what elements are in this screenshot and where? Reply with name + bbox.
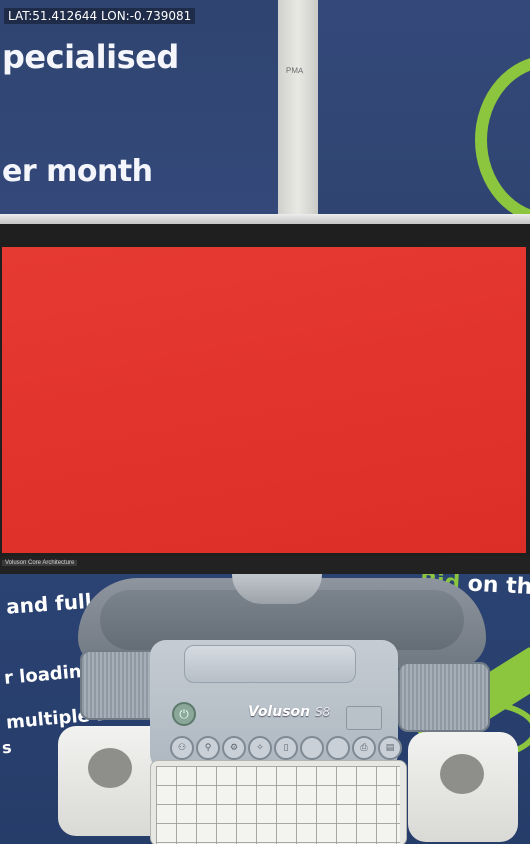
monitor-brand-label: Voluson Core Architecture [2, 560, 78, 566]
report-button[interactable]: ⚙ [222, 736, 246, 760]
archive-button[interactable]: ▯ [274, 736, 298, 760]
console-brand: Voluson S8 [248, 704, 330, 720]
probe-holder-slot [440, 754, 484, 794]
photo-scene: PMA pecialised er month and full afte r … [0, 0, 530, 844]
backdrop-pillar [278, 0, 318, 222]
brand-model: S8 [315, 705, 331, 719]
monitor-screen [2, 247, 526, 553]
probe-button[interactable]: ⚲ [196, 736, 220, 760]
blank-button-2[interactable] [326, 736, 350, 760]
banner-text-specialised: pecialised [2, 38, 179, 76]
brand-name: Voluson [248, 704, 311, 720]
banner-text-per-month: er month [2, 154, 153, 189]
on-the-words: on th [459, 571, 530, 600]
speaker-right [398, 662, 490, 732]
console-handle[interactable] [184, 645, 356, 683]
probe-holder-right [408, 732, 518, 842]
utilities-button[interactable]: ✧ [248, 736, 272, 760]
probe-holder-slot [88, 748, 132, 788]
rect-function-button[interactable] [346, 706, 382, 730]
keyboard-keys[interactable] [156, 766, 400, 844]
power-icon[interactable]: ⏻ [172, 702, 196, 726]
print-button[interactable]: ⎙ [352, 736, 376, 760]
monitor-chin [0, 556, 530, 574]
backdrop-text-s: s [1, 737, 13, 758]
patient-button[interactable]: ⚇ [170, 736, 194, 760]
blank-button-1[interactable] [300, 736, 324, 760]
end-exam-button[interactable]: ▤ [378, 736, 402, 760]
gps-coordinates-overlay: LAT:51.412644 LON:-0.739081 [4, 8, 196, 24]
pillar-label: PMA [285, 65, 304, 76]
